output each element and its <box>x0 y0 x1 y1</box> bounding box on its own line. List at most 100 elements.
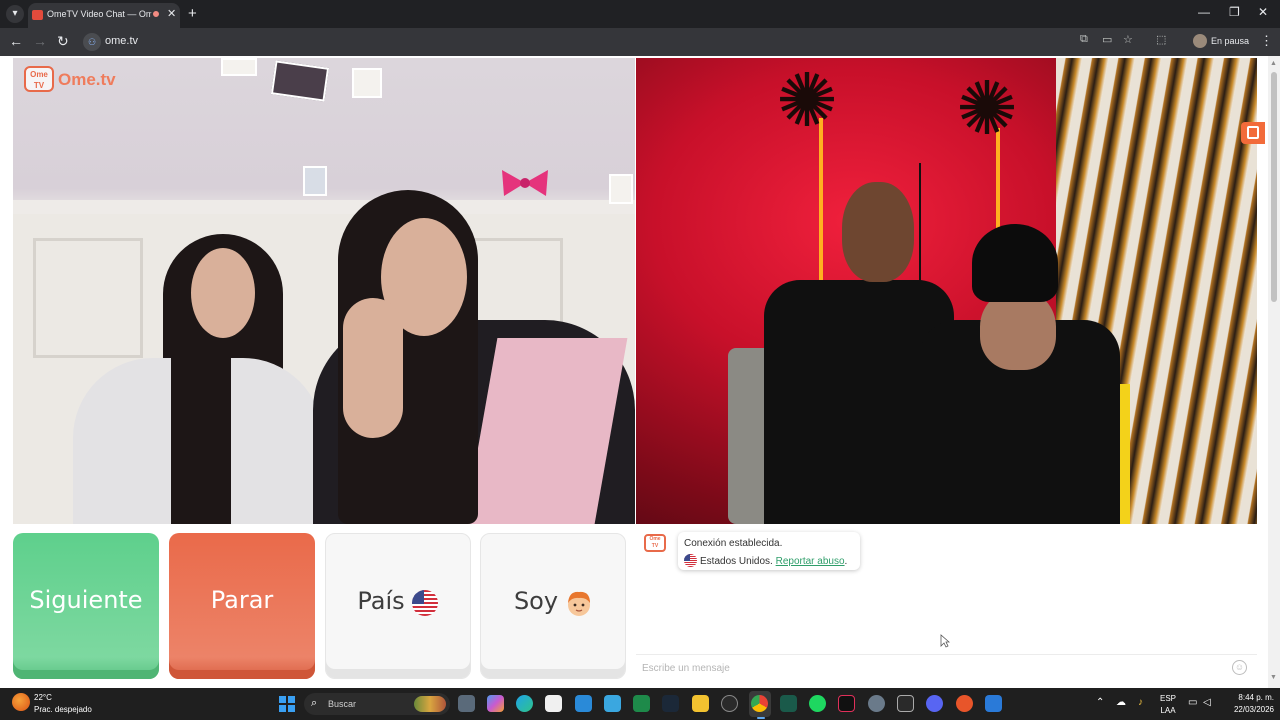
chat-message-input[interactable] <box>642 660 1222 676</box>
cast-icon[interactable]: ▭ <box>1102 33 1112 46</box>
keyboard-layout[interactable]: LAA <box>1156 706 1180 715</box>
excel-icon[interactable] <box>633 695 650 712</box>
forward-arrow-icon[interactable]: → <box>33 33 47 49</box>
tab-recording-indicator-icon <box>151 9 161 19</box>
network-icon[interactable]: ▭ <box>1188 697 1197 708</box>
stop-button[interactable]: Parar <box>169 533 315 679</box>
shelf-object <box>303 166 327 196</box>
report-abuse-link[interactable]: Reportar abuso <box>776 556 845 567</box>
pink-bow-decoration <box>502 170 548 196</box>
scroll-down-icon[interactable]: ▼ <box>1270 674 1277 681</box>
photos-icon[interactable] <box>575 695 592 712</box>
gender-filter-button[interactable]: Soy <box>480 533 626 679</box>
country-filter-button[interactable]: País <box>325 533 471 679</box>
palm-lamp-icon: ✺ <box>776 59 839 142</box>
chat-panel: Ome TV Conexión establecida. Estados Uni… <box>636 526 1257 682</box>
discord-icon[interactable] <box>926 695 943 712</box>
tab-title: OmeTV Video Chat — Ome <box>47 9 157 19</box>
wall-photo <box>221 58 257 76</box>
windows-taskbar: 22°C Prac. despejado ⌕ Buscar ⌃ ☁ ♪ ESP … <box>0 688 1280 720</box>
cabinet-panel <box>33 238 143 358</box>
stranger-country: Estados Unidos. <box>700 556 773 567</box>
security-shield-icon[interactable] <box>985 695 1002 712</box>
search-placeholder: Buscar <box>328 699 357 709</box>
steam-icon[interactable] <box>662 695 679 712</box>
volume-icon[interactable]: ◁ <box>1203 697 1211 708</box>
windows-start-icon[interactable] <box>279 696 295 712</box>
back-arrow-icon[interactable]: ← <box>9 33 23 49</box>
search-icon: ⌕ <box>311 697 318 709</box>
scroll-up-icon[interactable]: ▲ <box>1270 60 1277 67</box>
weather-icon[interactable] <box>12 693 30 711</box>
person-face <box>191 248 255 338</box>
us-flag-icon <box>412 590 438 616</box>
capcut-icon[interactable] <box>780 695 797 712</box>
mouse-cursor-icon <box>940 634 950 648</box>
edge-icon[interactable] <box>516 695 533 712</box>
weather-temp[interactable]: 22°C <box>34 693 52 702</box>
mail-icon[interactable] <box>604 695 621 712</box>
wall-ledge <box>13 200 635 214</box>
weather-description[interactable]: Prac. despejado <box>34 705 92 714</box>
ometv-favicon-icon <box>32 10 43 20</box>
profile-status: En pausa <box>1211 36 1250 46</box>
page-scrollbar[interactable]: ▲ ▼ <box>1268 56 1280 688</box>
profile-chip[interactable]: En pausa <box>1190 32 1250 52</box>
file-explorer-icon[interactable] <box>692 695 709 712</box>
search-highlight-icon <box>414 696 446 712</box>
browser-toolbar: ← → ↻ ⚇ ome.tv ⧉ ▭ ☆ ⬚ En pausa ⋮ <box>0 28 1280 56</box>
tab-search-menu-icon[interactable]: ▾ <box>6 5 24 23</box>
black-cap <box>972 224 1058 302</box>
close-window-button[interactable]: ✕ <box>1258 5 1268 19</box>
palm-lamp-icon: ✺ <box>956 67 1019 150</box>
new-tab-button[interactable]: + <box>188 5 197 22</box>
url-text[interactable]: ome.tv <box>105 35 138 47</box>
bookmark-star-icon[interactable]: ☆ <box>1123 33 1133 46</box>
task-view-icon[interactable] <box>458 695 475 712</box>
extensions-icon[interactable]: ⬚ <box>1156 33 1166 46</box>
spotify-icon[interactable] <box>809 695 826 712</box>
taskbar-search[interactable]: ⌕ Buscar <box>304 693 450 715</box>
brave-icon[interactable] <box>956 695 973 712</box>
minimize-button[interactable]: — <box>1198 5 1210 19</box>
clock-date[interactable]: 22/03/2026 <box>1222 705 1274 714</box>
chrome-icon[interactable] <box>751 695 768 712</box>
epic-games-icon[interactable] <box>897 695 914 712</box>
tray-mic-icon[interactable]: ♪ <box>1138 697 1143 708</box>
language-indicator[interactable]: ESP <box>1156 694 1180 703</box>
stranger-country-line: Estados Unidos. Reportar abuso. <box>684 554 847 567</box>
maximize-button[interactable]: ❐ <box>1229 5 1240 19</box>
us-flag-icon <box>684 554 697 567</box>
browser-tabstrip: ▾ OmeTV Video Chat — Ome ✕ + — ❐ ✕ <box>0 0 1280 28</box>
obs-icon[interactable] <box>721 695 738 712</box>
settings-gear-icon[interactable] <box>868 695 885 712</box>
system-message-bubble: Conexión establecida. Estados Unidos. Re… <box>678 532 860 570</box>
tray-cloud-icon[interactable]: ☁ <box>1116 697 1126 708</box>
wall-photo <box>270 60 330 102</box>
next-button-label: Siguiente <box>29 586 143 614</box>
avatar <box>1193 34 1207 48</box>
stop-button-label: Parar <box>210 586 274 614</box>
clock-time[interactable]: 8:44 p. m. <box>1222 693 1274 702</box>
store-icon[interactable] <box>545 695 562 712</box>
tiktok-icon[interactable] <box>838 695 855 712</box>
ometv-page: Ome TV Ome.tv ✺ ✺ Siguiente Parar País S… <box>0 56 1280 688</box>
person-head <box>980 290 1056 370</box>
emoji-picker-icon[interactable]: ☺ <box>1232 660 1247 675</box>
browser-tab-ometv[interactable]: OmeTV Video Chat — Ome ✕ <box>28 3 180 28</box>
active-app-indicator <box>757 717 765 719</box>
person-head <box>842 182 914 282</box>
shelf-object <box>609 174 633 204</box>
site-info-icon[interactable]: ⚇ <box>83 33 101 51</box>
scrollbar-thumb[interactable] <box>1271 72 1277 302</box>
tab-close-icon[interactable]: ✕ <box>167 7 176 20</box>
self-video: ✺ ✺ <box>636 58 1257 524</box>
copilot-icon[interactable] <box>487 695 504 712</box>
browser-menu-icon[interactable]: ⋮ <box>1260 33 1273 49</box>
screenshot-report-button[interactable] <box>1241 122 1265 144</box>
translate-icon[interactable]: ⧉ <box>1080 33 1088 46</box>
tray-overflow-chevron-icon[interactable]: ⌃ <box>1096 697 1104 708</box>
reload-icon[interactable]: ↻ <box>57 33 69 50</box>
address-bar[interactable]: ⚇ ome.tv ⧉ ▭ ☆ ⬚ <box>80 31 1180 53</box>
next-button[interactable]: Siguiente <box>13 533 159 679</box>
